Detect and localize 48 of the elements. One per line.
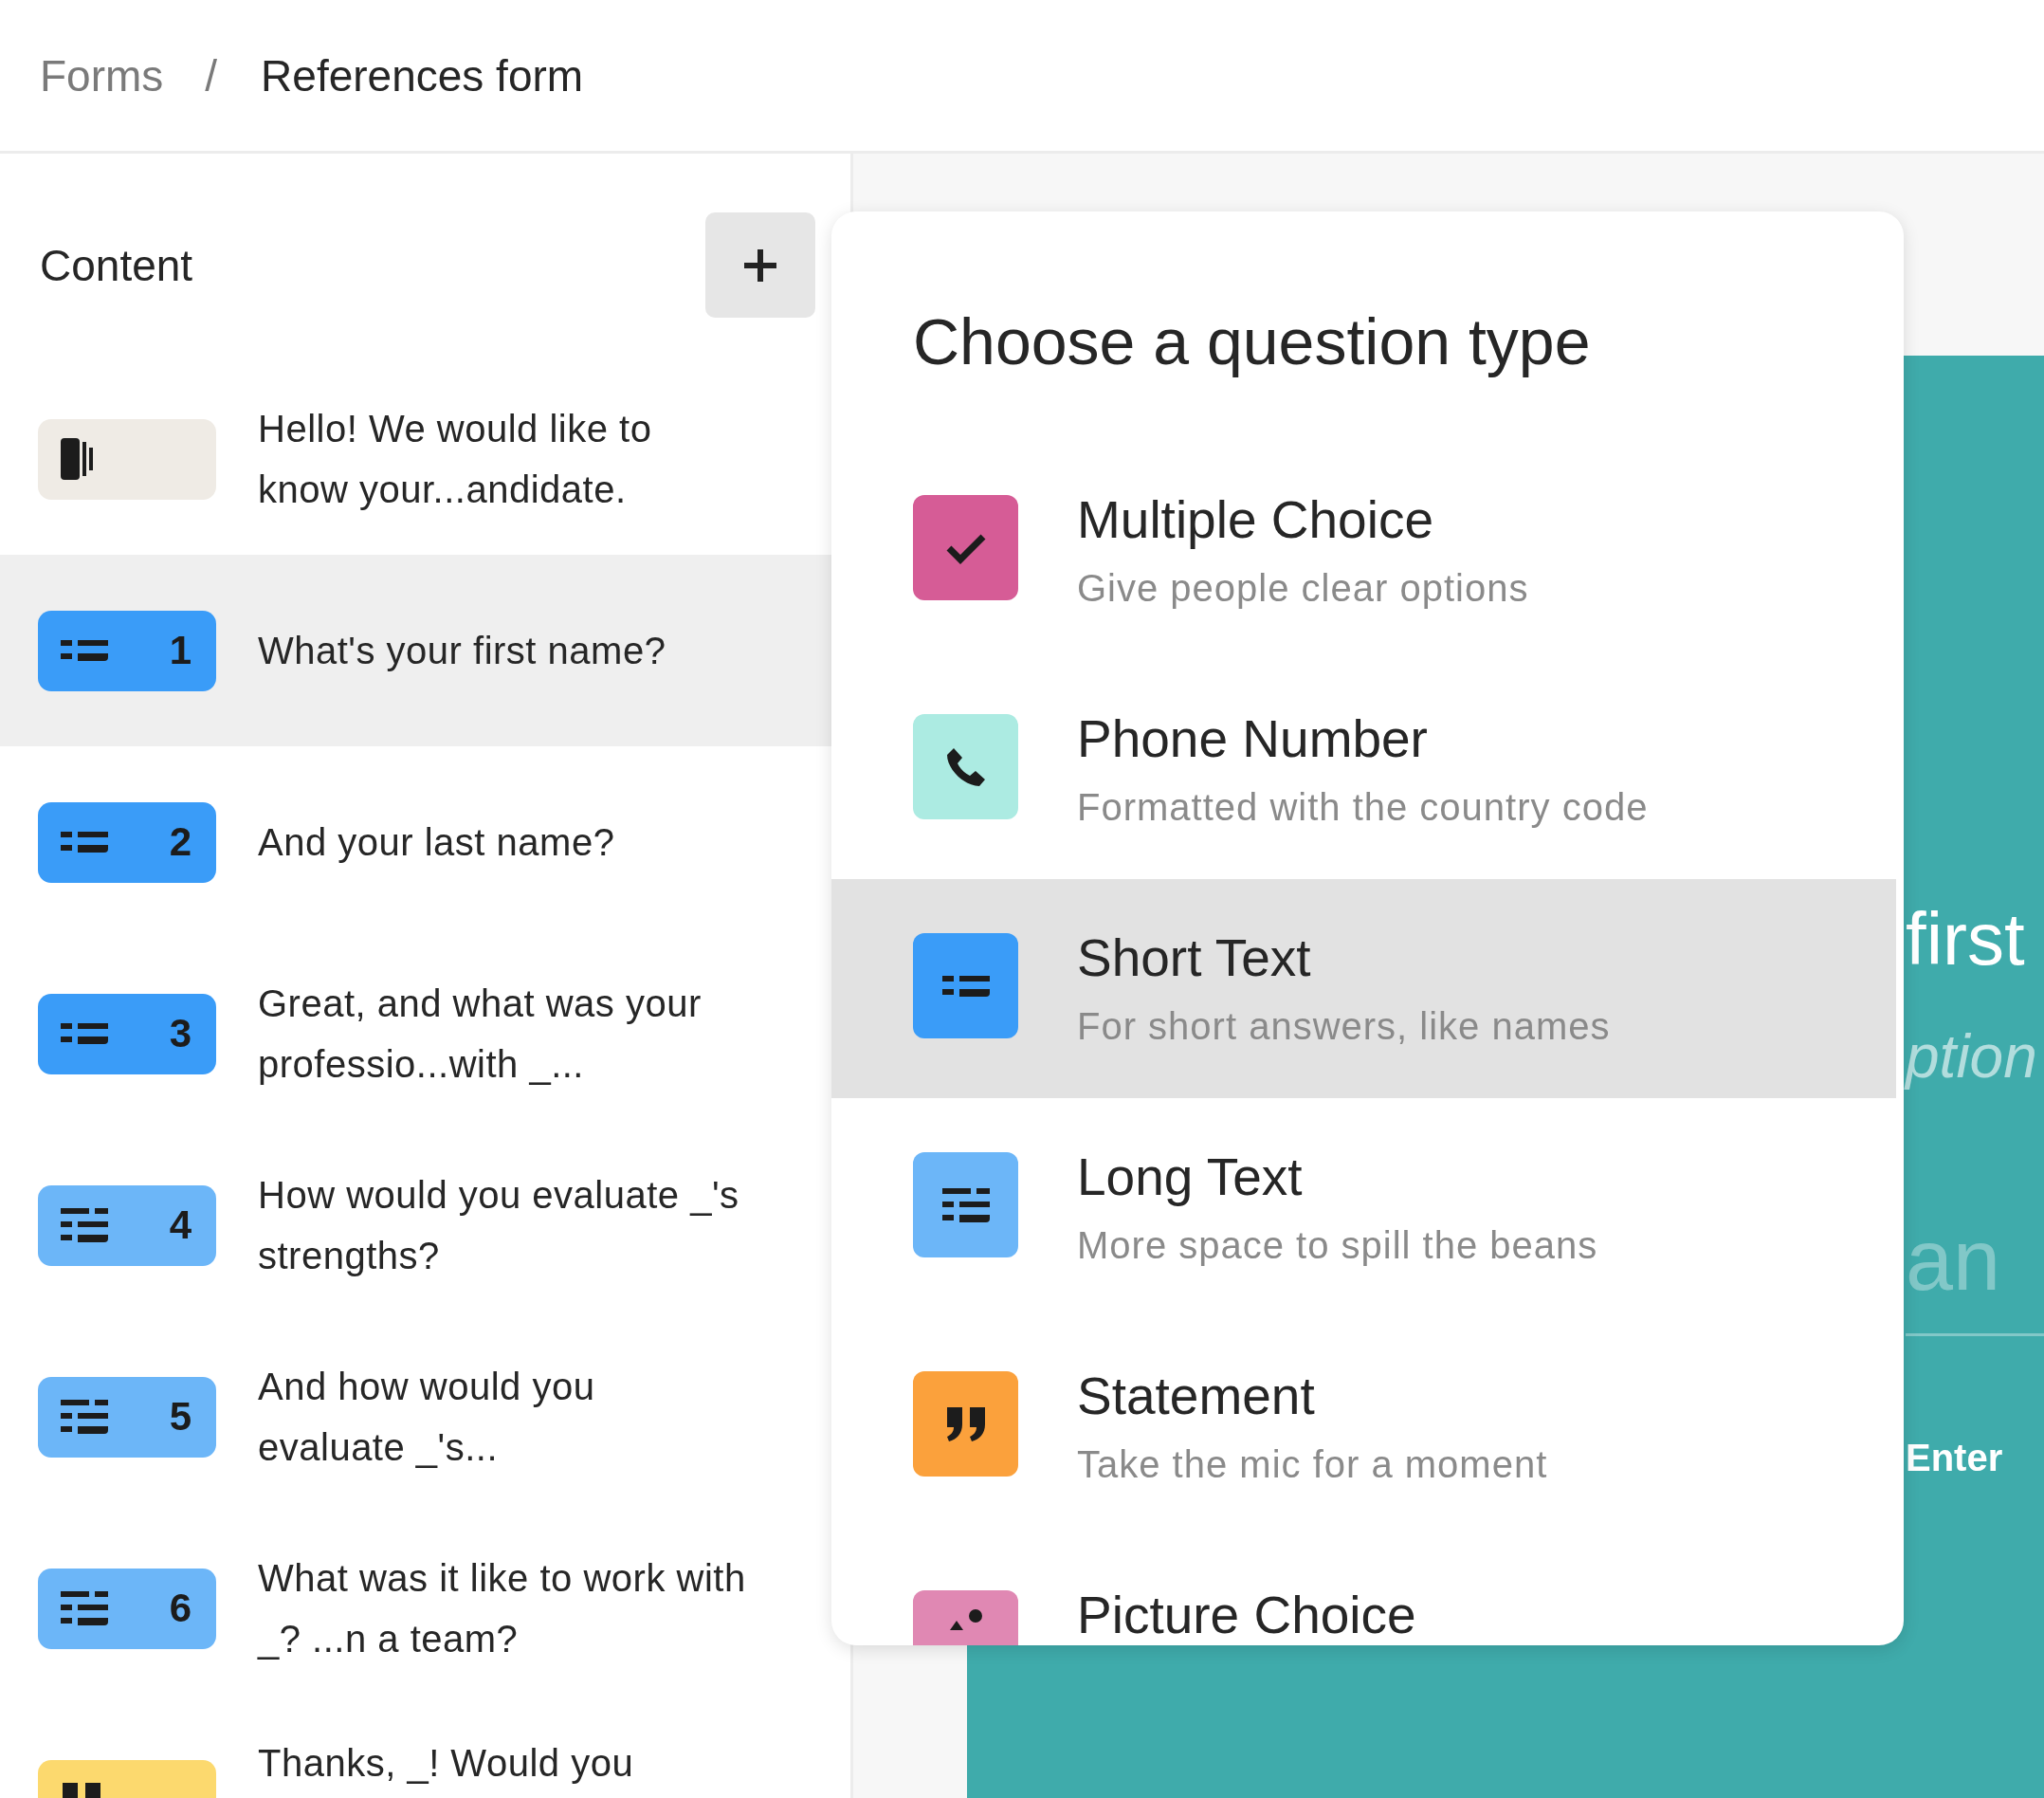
- hint-text: ption: [1906, 1021, 2038, 1092]
- picture-icon: [949, 1608, 982, 1630]
- question-text: And your last name?: [258, 820, 616, 865]
- long-text-icon: [61, 1400, 108, 1434]
- option-label: Picture Choice: [1077, 1585, 1416, 1645]
- question-item[interactable]: Thanks, _! Would you: [0, 1704, 850, 1798]
- option-description: Formatted with the country code: [1077, 786, 1649, 829]
- question-text: What was it like to work with _? ...n a team?: [258, 1556, 747, 1661]
- question-text: Hello! We would like to know your...andidate.: [258, 407, 653, 512]
- question-number: 3: [169, 1011, 192, 1056]
- question-number: 2: [169, 819, 192, 865]
- question-text: What's your first name?: [258, 629, 667, 673]
- page-title: References form: [261, 49, 584, 101]
- option-label: Statement: [1077, 1366, 1316, 1426]
- answer-placeholder: an: [1906, 1213, 2001, 1308]
- door-icon: [61, 438, 93, 480]
- question-number: 6: [169, 1586, 192, 1631]
- question-type-option[interactable]: Short Text For short answers, like names: [831, 879, 1896, 1098]
- enter-hint: Enter: [1906, 1437, 2004, 1479]
- option-label: Short Text: [1077, 927, 1312, 988]
- question-text: first: [1906, 896, 2026, 982]
- question-text: Great, and what was your professio...with _...: [258, 982, 703, 1087]
- add-button[interactable]: [705, 212, 815, 318]
- breadcrumb-link[interactable]: Forms: [40, 49, 164, 101]
- question-number: 5: [169, 1394, 192, 1440]
- long-text-icon: [941, 1187, 990, 1222]
- short-text-icon: [61, 1023, 108, 1044]
- question-number: 1: [169, 628, 192, 673]
- option-label: Multiple Choice: [1077, 489, 1434, 550]
- long-text-icon: [61, 1208, 108, 1242]
- section-title: Content: [40, 239, 193, 291]
- plus-icon: [744, 248, 776, 282]
- option-description: Take the mic for a moment: [1077, 1443, 1548, 1486]
- option-description: Give people clear options: [1077, 567, 1529, 610]
- question-text: Thanks, _! Would you: [258, 1741, 635, 1786]
- menu-title: Choose a question type: [912, 304, 1592, 379]
- option-label: Phone Number: [1077, 708, 1429, 769]
- question-text: And how would you evaluate _'s...: [258, 1365, 596, 1470]
- long-text-icon: [61, 1591, 108, 1625]
- question-text: How would you evaluate _'s strengths?: [258, 1173, 740, 1278]
- option-description: More space to spill the beans: [1077, 1224, 1598, 1267]
- option-description: For short answers, like names: [1077, 1005, 1611, 1048]
- question-number: 4: [169, 1202, 192, 1248]
- short-text-icon: [61, 640, 108, 661]
- option-label: Long Text: [1077, 1147, 1304, 1207]
- short-text-icon: [941, 975, 990, 997]
- breadcrumb-separator: /: [205, 49, 218, 101]
- short-text-icon: [61, 832, 108, 853]
